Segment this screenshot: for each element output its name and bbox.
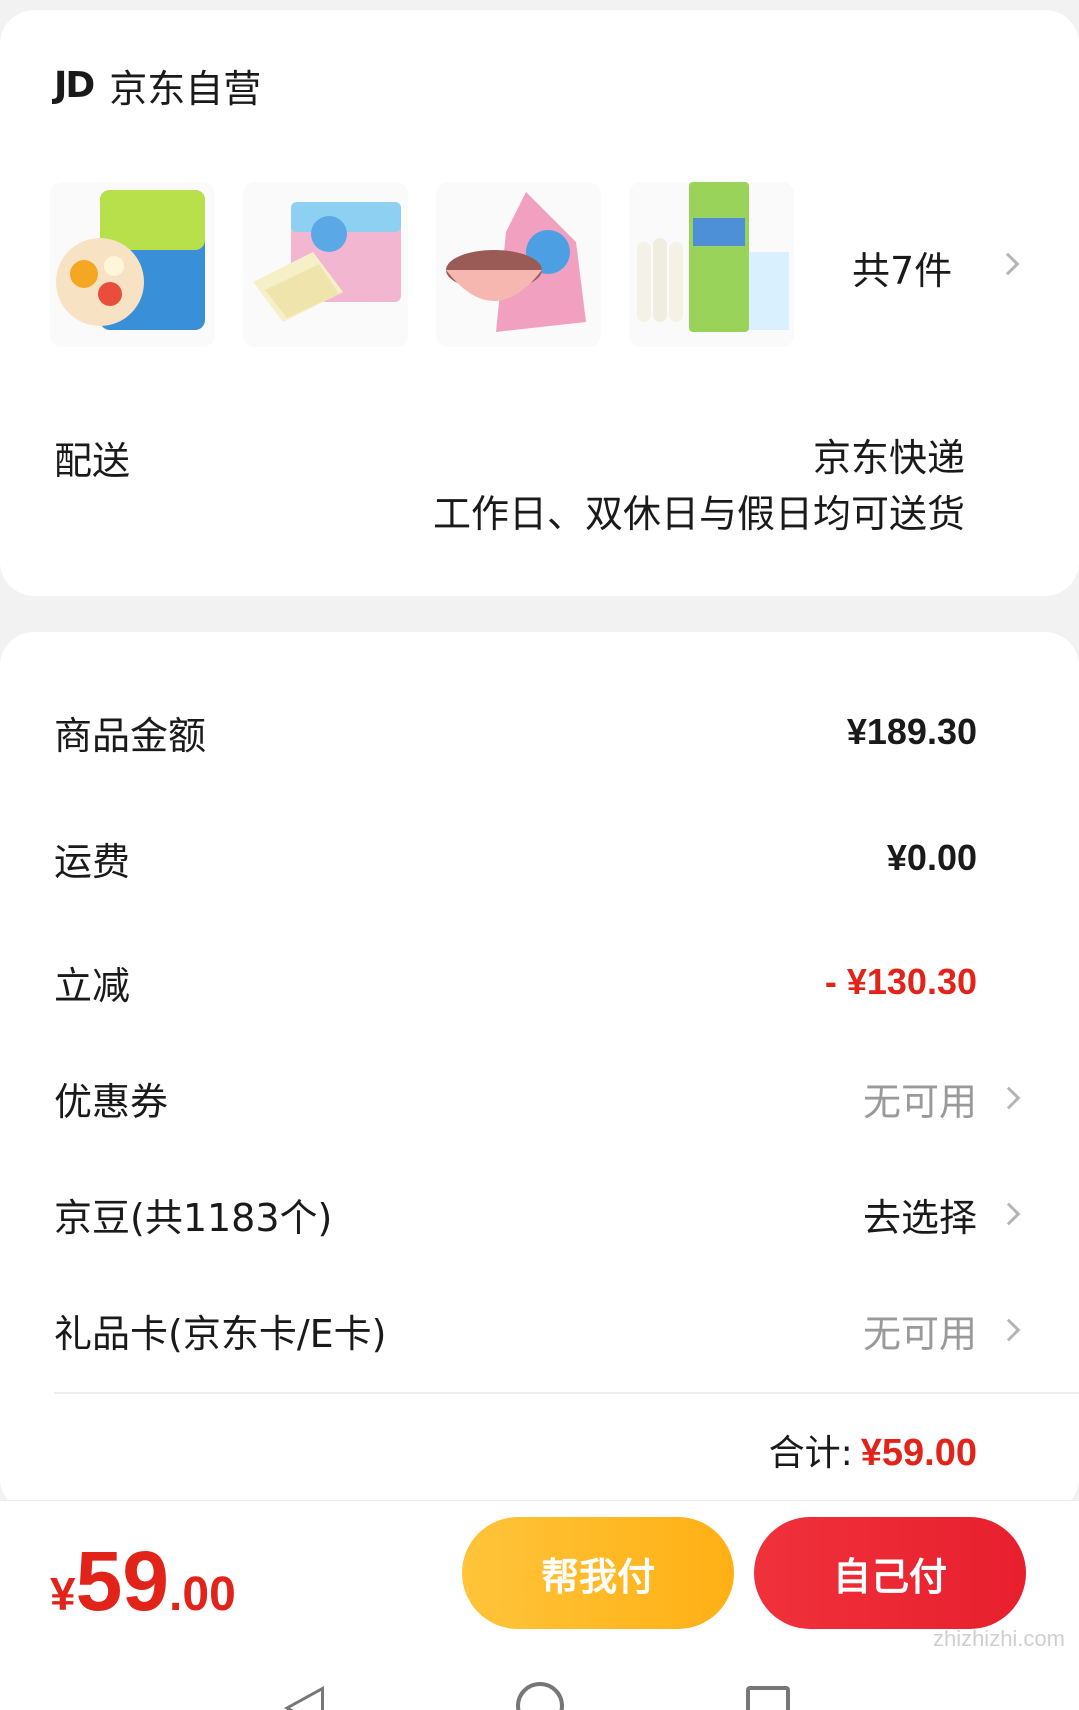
watermark: zhizhizhi.com xyxy=(932,1626,1065,1651)
product-thumb-2[interactable] xyxy=(243,182,408,347)
jd-logo-icon: JD xyxy=(54,65,95,106)
back-icon[interactable] xyxy=(284,1686,324,1710)
currency-symbol: ¥ xyxy=(50,1568,76,1620)
jd-beans-row[interactable]: 京豆(共1183个) 去选择 xyxy=(54,1184,1079,1244)
gift-card-row[interactable]: 礼品卡(京东卡/E卡) 无可用 xyxy=(54,1300,1079,1360)
puree-pouch-image xyxy=(446,192,586,332)
product-thumbnails[interactable] xyxy=(50,182,794,347)
total-label: 合计: xyxy=(768,1433,853,1474)
recent-apps-icon[interactable] xyxy=(746,1686,790,1710)
shipping-value: ¥0.00 xyxy=(886,837,977,878)
discount-value: - ¥130.30 xyxy=(824,961,977,1002)
fish-sausage-image xyxy=(637,182,789,332)
pay-amount: ¥ 59 .00 xyxy=(50,1539,236,1623)
divider xyxy=(54,1392,1079,1394)
product-thumb-4[interactable] xyxy=(629,182,794,347)
order-total: 合计: ¥59.00 xyxy=(769,1424,977,1476)
delivery-time: 工作日、双休日与假日均可送货 xyxy=(432,492,965,536)
item-count[interactable]: 共7件 xyxy=(852,240,952,295)
coupon-value: 无可用 xyxy=(862,1079,977,1124)
shop-card: JD 京东自营 共7件 配送 京东快递 工作日、双休日与假日均可送货 xyxy=(0,10,1079,596)
gift-card-value: 无可用 xyxy=(862,1311,977,1356)
price-integer: 59 xyxy=(75,1534,170,1628)
product-thumb-3[interactable] xyxy=(436,182,601,347)
shipping-row: 运费 ¥0.00 xyxy=(54,828,1079,888)
cracker-box-image xyxy=(253,202,401,322)
goods-amount-value: ¥189.30 xyxy=(846,711,977,752)
fruit-pouch-image xyxy=(56,190,205,330)
delivery-label: 配送 xyxy=(54,439,131,483)
jd-beans-value: 去选择 xyxy=(862,1195,977,1240)
home-icon[interactable] xyxy=(516,1682,564,1710)
pay-myself-button[interactable]: 自己付 xyxy=(754,1517,1026,1629)
system-nav-bar xyxy=(0,1640,1079,1710)
goods-amount-row: 商品金额 ¥189.30 xyxy=(54,702,1079,762)
help-me-pay-button[interactable]: 帮我付 xyxy=(462,1517,734,1629)
delivery-info[interactable]: 京东快递 工作日、双休日与假日均可送货 xyxy=(433,430,965,542)
delivery-method: 京东快递 xyxy=(812,436,965,480)
total-amount: ¥59.00 xyxy=(860,1432,977,1474)
shop-header: JD 京东自营 xyxy=(54,58,261,113)
shop-name: 京东自营 xyxy=(109,67,262,111)
price-decimal: .00 xyxy=(169,1568,236,1621)
chevron-right-icon[interactable] xyxy=(996,252,1020,276)
discount-row: 立减 - ¥130.30 xyxy=(54,952,1079,1012)
product-thumb-1[interactable] xyxy=(50,182,215,347)
payment-bar: ¥ 59 .00 帮我付 自己付 xyxy=(0,1500,1079,1640)
coupon-row[interactable]: 优惠券 无可用 xyxy=(54,1068,1079,1128)
